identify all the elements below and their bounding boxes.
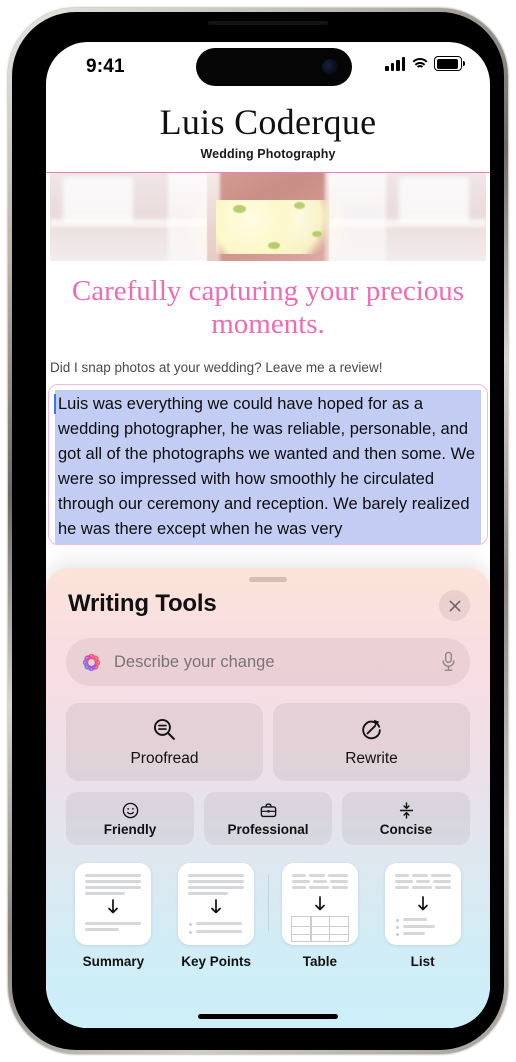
summary-action[interactable]: Summary [62, 863, 165, 969]
rewrite-label: Rewrite [345, 749, 398, 767]
page-subtitle: Wedding Photography [200, 146, 336, 161]
key-points-action[interactable]: Key Points [165, 863, 268, 969]
tone-actions-row: Friendly Professional Concise [66, 792, 470, 845]
smiley-face-icon [122, 802, 138, 818]
wifi-icon [409, 57, 430, 71]
status-time: 9:41 [86, 56, 125, 77]
professional-label: Professional [227, 821, 309, 837]
review-prompt: Did I snap photos at your wedding? Leave… [50, 359, 383, 375]
transform-actions-row: Summary Key Points Table List [62, 863, 474, 969]
compress-arrows-icon [399, 801, 413, 819]
document-table-icon [281, 863, 358, 945]
primary-actions-row: Proofread Rewrite [66, 703, 470, 781]
concise-button[interactable]: Concise [342, 792, 470, 845]
close-button[interactable] [439, 590, 470, 621]
status-indicators [385, 55, 465, 71]
concise-label: Concise [379, 821, 433, 837]
microphone-icon[interactable] [440, 651, 457, 673]
front-camera-icon [322, 59, 338, 75]
briefcase-icon [260, 802, 276, 817]
key-points-label: Key Points [181, 954, 252, 969]
battery-icon [434, 56, 465, 71]
proofread-label: Proofread [130, 749, 199, 767]
text-cursor [54, 393, 56, 414]
document-summary-icon [75, 863, 152, 945]
hero-headline: Carefully capturing your precious moment… [71, 275, 465, 341]
rewrite-button[interactable]: Rewrite [273, 703, 470, 781]
home-indicator[interactable] [198, 1014, 338, 1019]
table-action[interactable]: Table [269, 863, 372, 969]
hero-image [50, 173, 486, 262]
document-list-icon [384, 863, 461, 945]
list-action[interactable]: List [371, 863, 474, 969]
iphone-device-frame: 9:41 Luis Coderque Wedding Photography C… [8, 8, 508, 1054]
professional-button[interactable]: Professional [204, 792, 332, 845]
rewrite-circular-arrow-icon [362, 719, 381, 739]
table-label: Table [302, 954, 337, 969]
close-icon [449, 600, 460, 611]
dynamic-island [196, 48, 352, 86]
signal-bars-icon [385, 57, 405, 71]
review-textarea[interactable]: Luis was everything we could have hoped … [48, 383, 488, 545]
summary-label: Summary [82, 954, 145, 969]
document-key-points-icon [178, 863, 255, 945]
writing-tools-panel: Writing Tools Describe your change Proof… [46, 568, 490, 1028]
magnifier-lines-icon [153, 718, 175, 740]
device-bezel: 9:41 Luis Coderque Wedding Photography C… [12, 12, 504, 1050]
writing-tools-title: Writing Tools [68, 590, 217, 617]
sheet-grabber[interactable] [249, 577, 287, 582]
apple-intelligence-icon [82, 653, 101, 671]
describe-change-field[interactable]: Describe your change [66, 638, 470, 686]
status-bar: 9:41 [46, 42, 490, 94]
friendly-button[interactable]: Friendly [66, 792, 194, 845]
list-label: List [410, 954, 435, 969]
screenshot-root: 9:41 Luis Coderque Wedding Photography C… [0, 0, 516, 1062]
page-title: Luis Coderque [159, 102, 377, 142]
earpiece-speaker [208, 21, 328, 25]
proofread-button[interactable]: Proofread [66, 703, 263, 781]
friendly-label: Friendly [103, 821, 157, 837]
describe-change-placeholder: Describe your change [114, 652, 275, 671]
review-selected-text[interactable]: Luis was everything we could have hoped … [54, 389, 481, 544]
phone-screen: 9:41 Luis Coderque Wedding Photography C… [46, 42, 490, 1028]
